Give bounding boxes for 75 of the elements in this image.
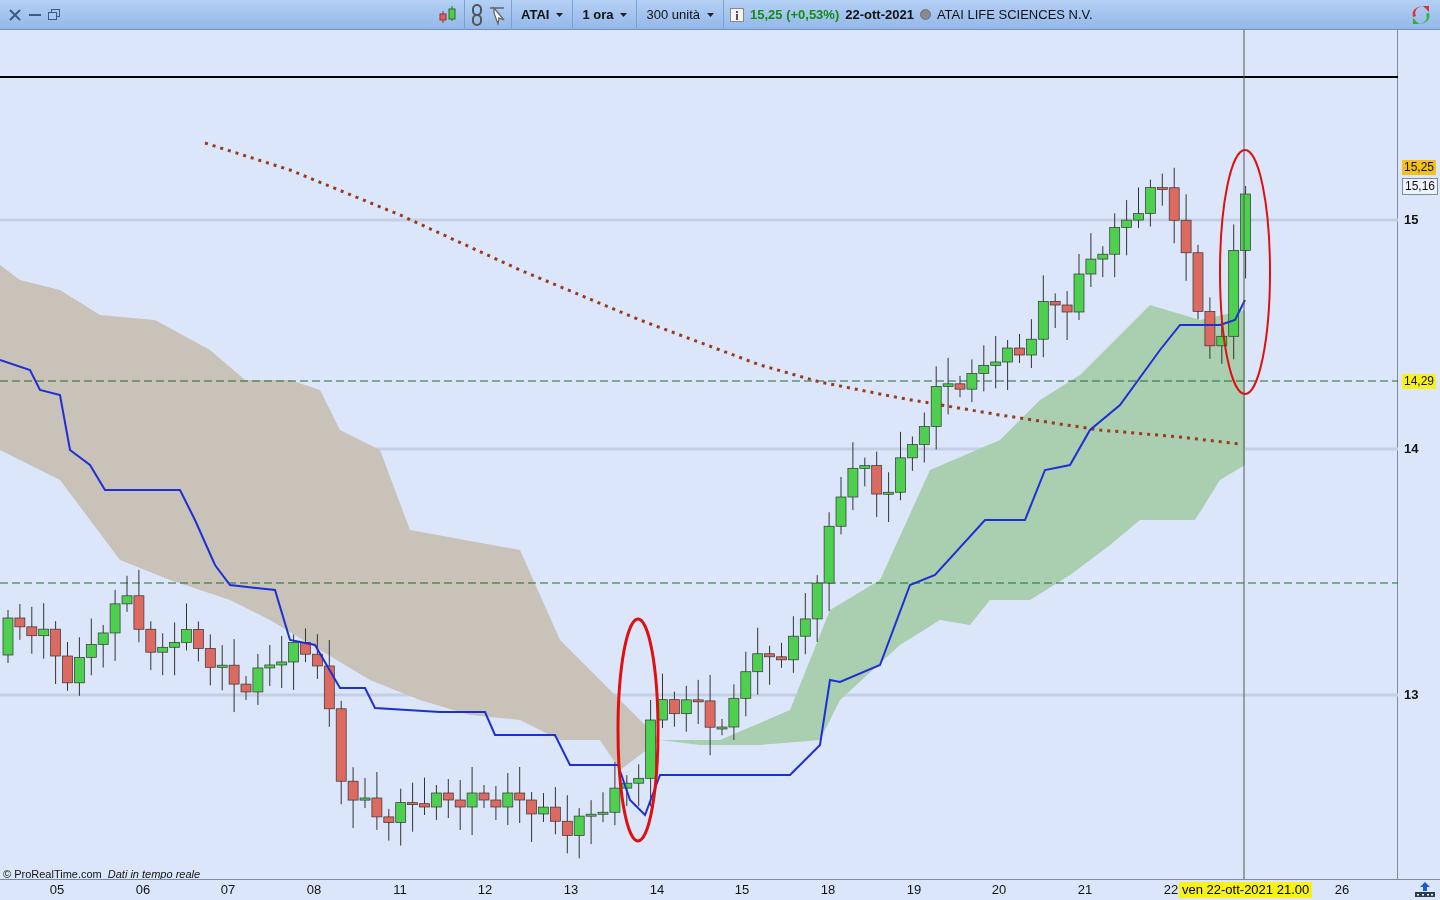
candlestick <box>1133 187 1144 229</box>
candlestick <box>1073 253 1085 321</box>
candlestick <box>514 766 526 824</box>
candlestick <box>883 471 894 523</box>
date-label: 20 <box>990 882 1008 897</box>
date-label: 22 <box>1162 882 1180 897</box>
status-dot-icon <box>919 9 931 20</box>
candlestick <box>1145 179 1156 227</box>
realtime-note: Dati in tempo reale <box>107 868 201 880</box>
cursor-arrow-icon[interactable] <box>489 4 505 25</box>
price-tag: 15,16 <box>1402 178 1439 195</box>
date-label: 12 <box>476 882 494 897</box>
price-tag: 15,25 <box>1402 160 1437 175</box>
date-label: 05 <box>48 882 66 897</box>
scroll-to-end-icon[interactable] <box>1414 882 1436 898</box>
candlestick <box>157 632 169 676</box>
chain-link-icon[interactable] <box>471 3 483 26</box>
candlestick <box>62 641 73 692</box>
candlestick <box>74 636 85 697</box>
quote-date: 22-ott-2021 <box>845 7 914 22</box>
date-label: 21 <box>1076 882 1094 897</box>
candlestick <box>1204 296 1216 360</box>
price-tick: 13 <box>1404 687 1419 702</box>
candlestick <box>990 335 1002 389</box>
date-label: 11 <box>392 882 408 897</box>
candlestick <box>181 603 192 651</box>
candlestick <box>407 782 418 833</box>
candlestick <box>50 620 61 685</box>
units-dropdown[interactable]: 300 unità <box>643 7 717 22</box>
candlestick <box>276 635 288 689</box>
date-label: 15 <box>733 882 751 897</box>
refresh-arrows-icon[interactable] <box>1410 4 1432 25</box>
candlestick <box>264 644 276 687</box>
date-label: 08 <box>305 882 323 897</box>
cursor-date-label: ven 22-ott-2021 21.00 <box>1179 882 1313 898</box>
candlestick <box>431 784 442 821</box>
candlestick <box>1121 199 1132 256</box>
date-label: 26 <box>1333 882 1351 897</box>
candlestick <box>85 618 97 676</box>
caret-icon <box>556 12 564 17</box>
price-tag: 14,29 <box>1402 374 1437 389</box>
candlestick <box>193 621 204 662</box>
candlestick <box>740 651 752 717</box>
candlestick <box>454 779 466 831</box>
price-change: 15,25 (+0,53%) <box>750 7 840 22</box>
timeframe-dropdown[interactable]: 1 ora <box>579 7 631 22</box>
caret-icon <box>620 12 628 17</box>
restore-icon[interactable] <box>48 8 60 21</box>
candlestick <box>442 778 454 819</box>
candlestick <box>26 606 38 655</box>
price-tick: 15 <box>1404 212 1419 227</box>
candlestick <box>204 633 216 686</box>
candlestick <box>680 685 692 733</box>
candlestick <box>1061 290 1073 341</box>
date-label: 14 <box>648 882 666 897</box>
date-label: 07 <box>219 882 237 897</box>
candlestick <box>799 592 811 655</box>
date-label: 06 <box>134 882 152 897</box>
price-tick: 14 <box>1404 441 1419 456</box>
close-icon[interactable] <box>8 7 22 22</box>
candlestick <box>419 777 430 816</box>
candlestick <box>573 807 585 859</box>
info-icon[interactable] <box>730 7 744 22</box>
symbol-dropdown[interactable]: ATAI <box>518 7 567 22</box>
copyright-text: © ProRealTime.com <box>3 868 102 880</box>
caret-icon <box>707 12 714 17</box>
date-label: 19 <box>905 882 923 897</box>
candlestick <box>978 344 990 392</box>
date-label: 18 <box>819 882 837 897</box>
candlestick-icon[interactable] <box>438 4 458 25</box>
candlestick <box>38 602 50 660</box>
candlestick <box>169 621 180 676</box>
date-label: 13 <box>562 882 580 897</box>
instrument-name: ATAI LIFE SCIENCES N.V. <box>936 7 1093 22</box>
candlestick <box>561 794 573 854</box>
